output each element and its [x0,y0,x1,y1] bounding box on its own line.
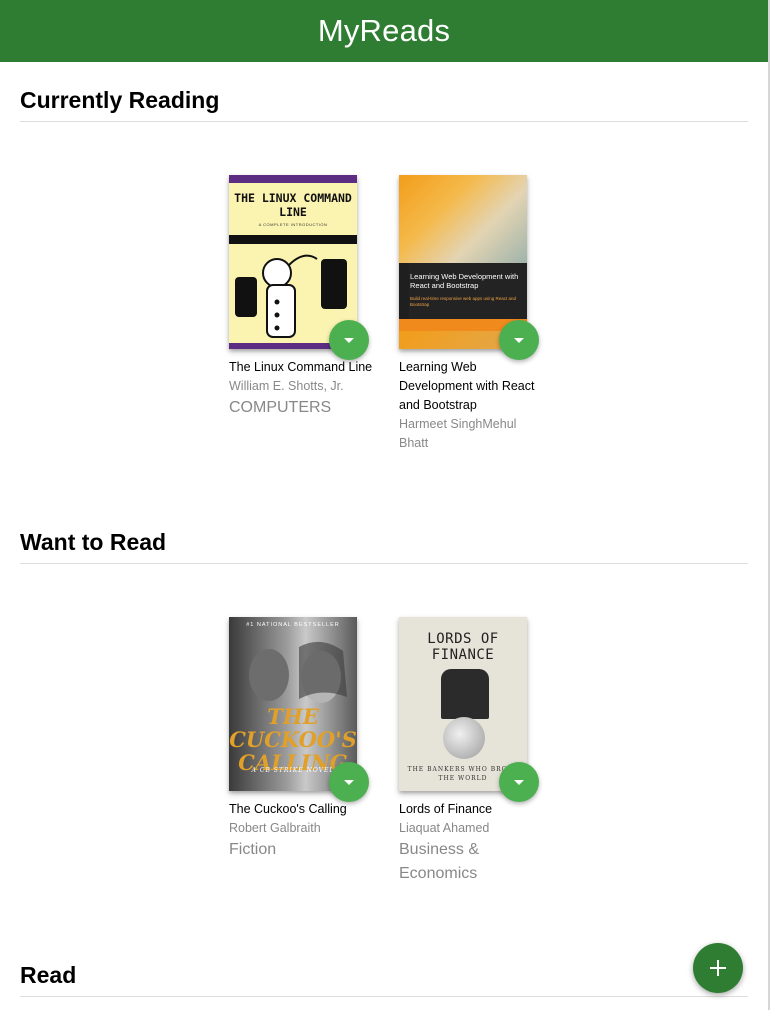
plus-icon [710,960,726,976]
book-category: Fiction [229,841,277,858]
book-title: Learning Web Development with React and … [399,360,535,412]
cover-subtitle: Build real-time responsive web apps usin… [410,296,517,307]
add-book-button[interactable] [693,943,743,993]
caret-down-icon [344,779,354,785]
shelf-currently-reading: Currently Reading [20,86,748,122]
book-category: COMPUTERS [229,399,332,416]
book-authors: Robert Galbraith [229,821,321,835]
book-category: Business & Economics [399,841,480,882]
shelf-divider [20,121,748,122]
shelf-changer-button[interactable] [499,762,539,802]
shelf-title: Read [20,962,77,988]
cover-photo [399,175,527,263]
book-details: The Cuckoo's Calling Robert Galbraith Fi… [229,800,377,862]
cover-figures [441,669,489,719]
page: MyReads Currently Reading THE LINUX COMM… [0,0,770,1010]
shelf-title: Want to Read [20,529,167,555]
shelf-want-to-read: Want to Read [20,528,748,564]
shelf-title: Currently Reading [20,87,220,113]
caret-down-icon [514,779,524,785]
book-details: The Linux Command Line William E. Shotts… [229,358,377,420]
cover-title: Learning Web Development with React and … [410,272,519,290]
caret-down-icon [344,337,354,343]
shelf-changer-button[interactable] [499,320,539,360]
shelf-divider [20,563,748,564]
book-authors: Harmeet SinghMehul Bhatt [399,417,517,450]
caret-down-icon [514,337,524,343]
book-title: The Cuckoo's Calling [229,802,347,816]
app-title: MyReads [317,13,451,48]
shelf-changer-button[interactable] [329,320,369,360]
app-header: MyReads [0,0,768,62]
shelf-changer-button[interactable] [329,762,369,802]
book-authors: William E. Shotts, Jr. [229,379,344,393]
globe-illustration [443,717,485,759]
book-authors: Liaquat Ahamed [399,821,490,835]
cover-title: LORDS OF FINANCE [427,631,499,663]
book-title: The Linux Command Line [229,360,373,374]
shelf-divider [20,996,748,997]
shelf-read: Read [20,961,748,997]
book-details: Lords of Finance Liaquat Ahamed Business… [399,800,547,886]
book-details: Learning Web Development with React and … [399,358,547,453]
cover-title: THE CUCKOO'S CALLING [229,704,357,775]
book-title: Lords of Finance [399,802,493,816]
